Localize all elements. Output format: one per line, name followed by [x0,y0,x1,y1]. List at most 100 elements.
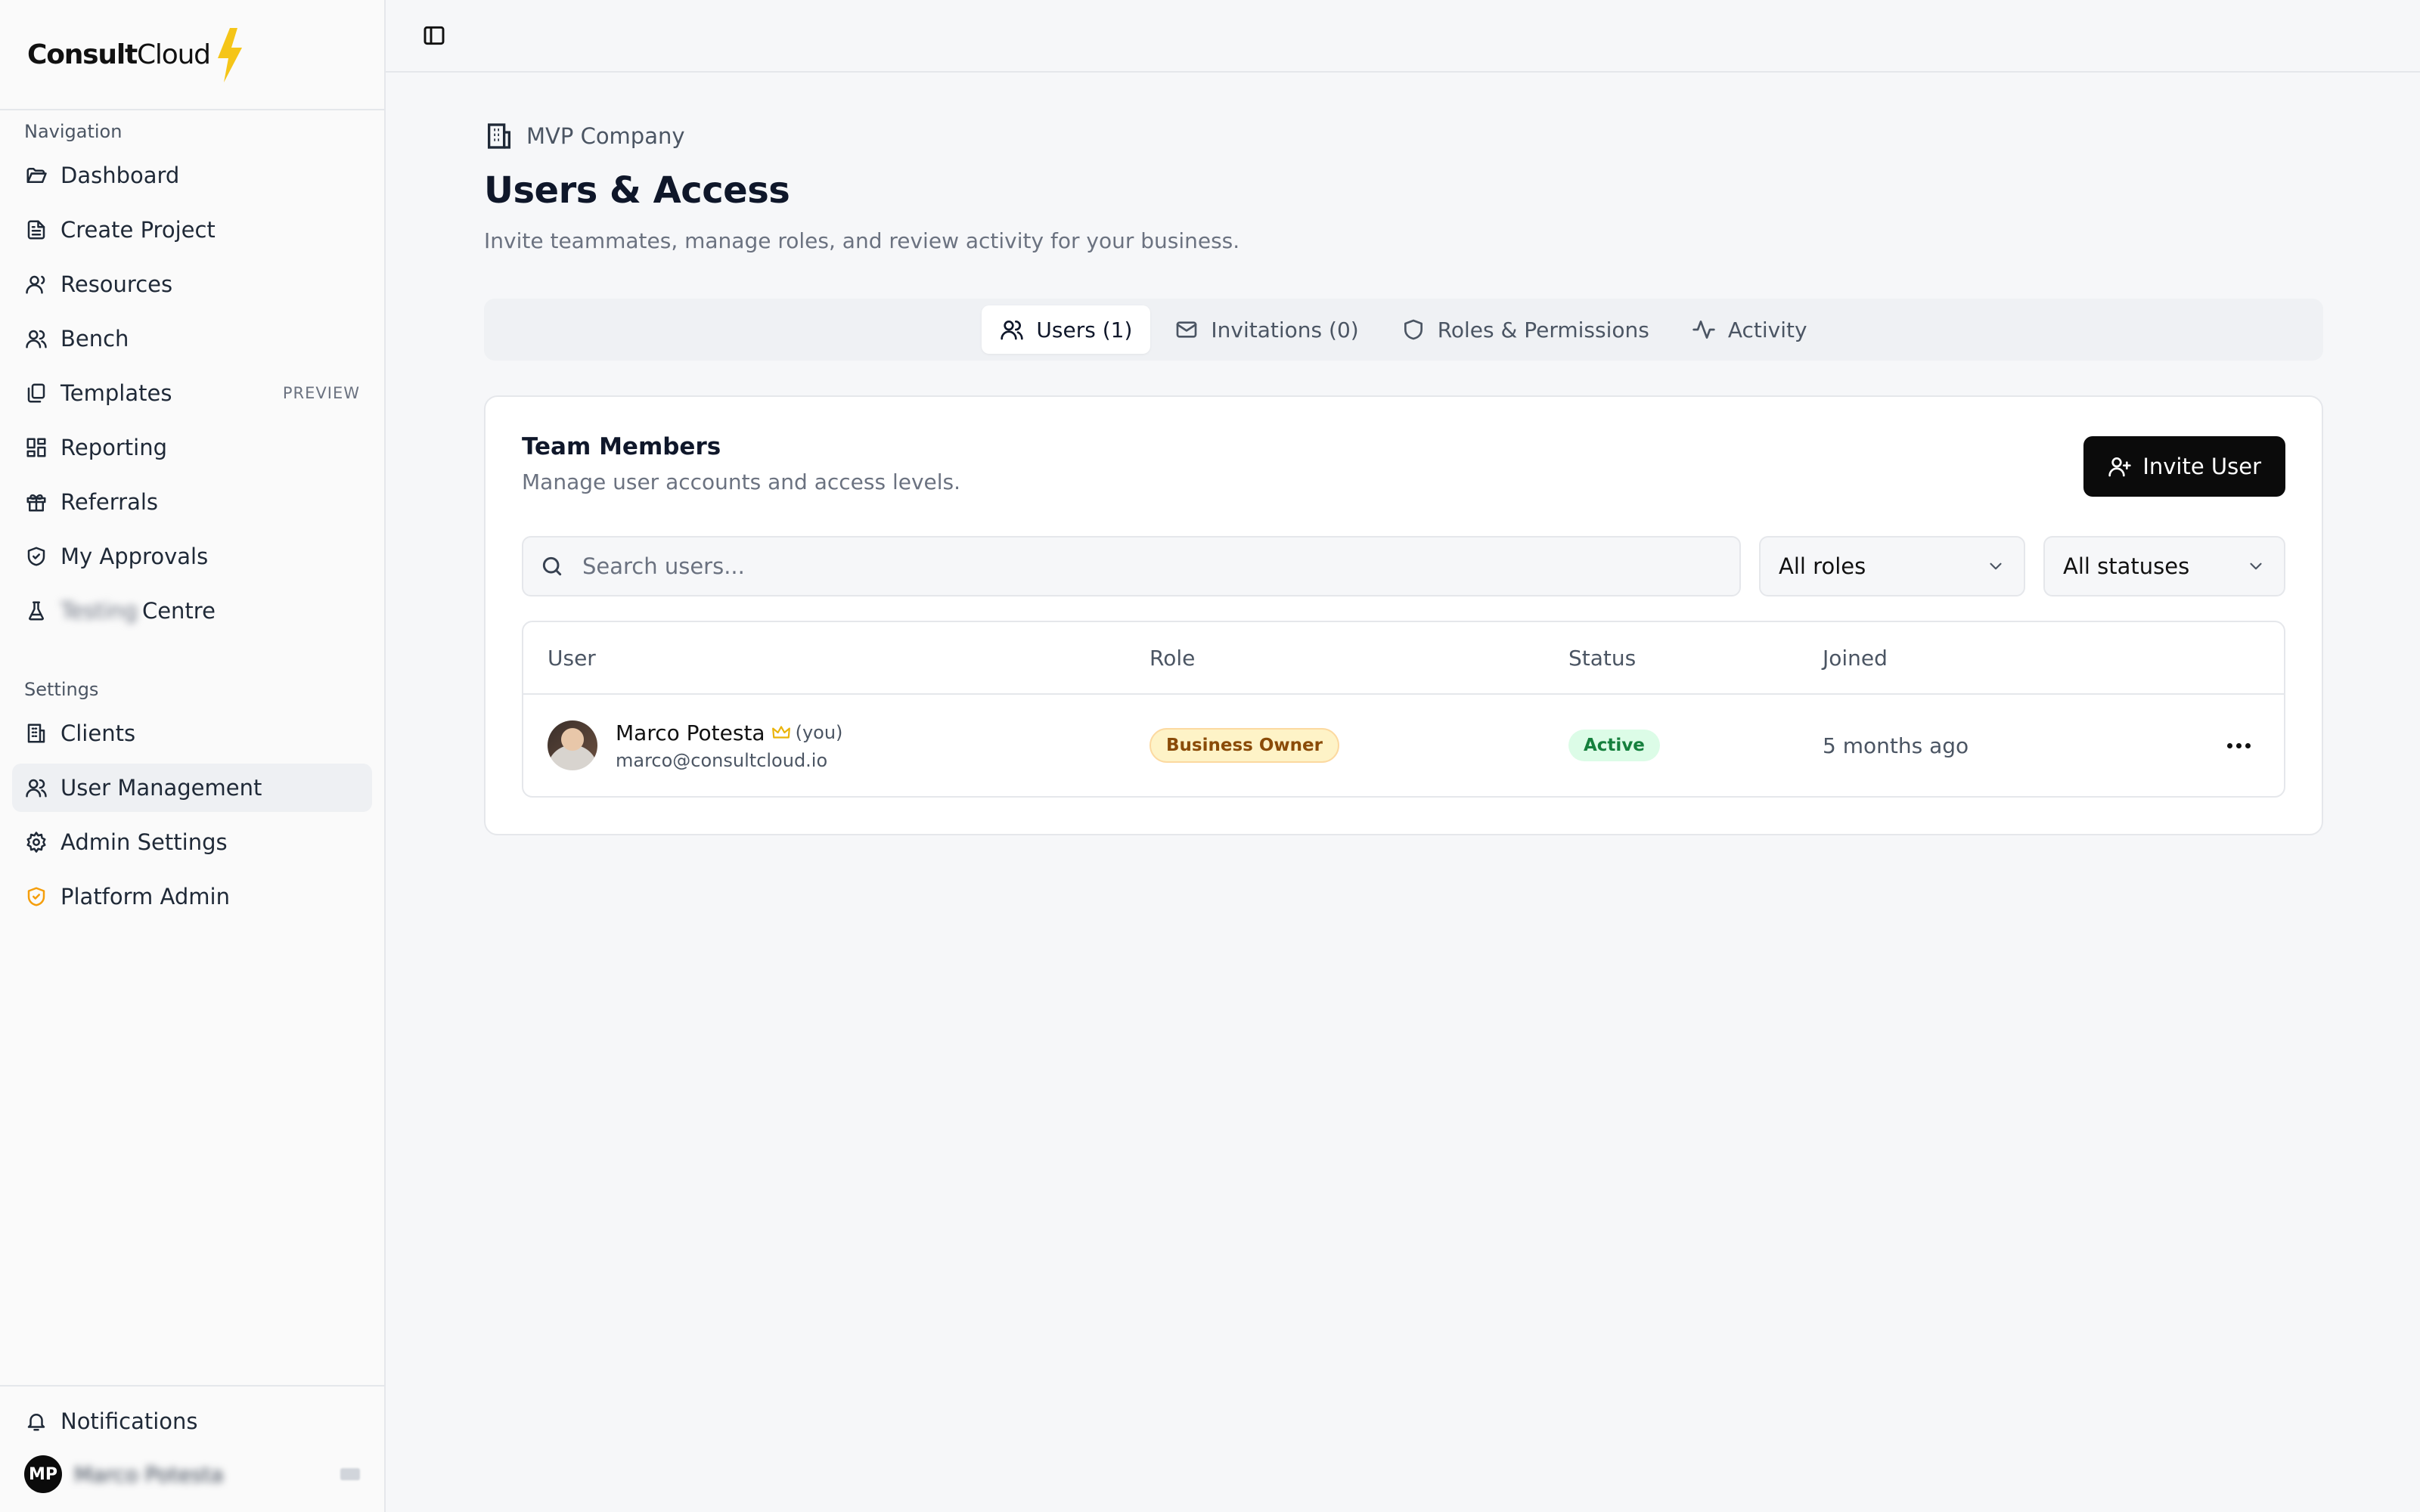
joined-value: 5 months ago [1823,733,1969,758]
tab-users[interactable]: Users (1) [982,305,1151,354]
logo-text: ConsultCloud [27,39,211,70]
you-label: (you) [795,722,843,743]
shield-check-icon [24,544,48,569]
role-cell: Business Owner [1150,728,1568,763]
more-actions-button[interactable] [2218,734,2260,758]
app-root: ConsultCloud Navigation Dashboard Create… [0,0,2420,1512]
shield-check-icon [24,885,48,909]
user-cell: Marco Potesta (you) marco@consultcloud.i… [523,720,1150,771]
preview-badge: PREVIEW [282,384,360,402]
search-box[interactable] [522,536,1741,596]
card-title: Team Members [522,433,721,460]
user-name: Marco Potesta [616,720,765,745]
invite-user-label: Invite User [2142,454,2261,479]
status-cell: Active [1568,730,1823,761]
sidebar-item-label: User Management [60,775,262,801]
sidebar-item-label: Reporting [60,435,167,460]
tab-label: Roles & Permissions [1437,317,1649,342]
settings-heading: Settings [24,679,99,700]
tab-invitations[interactable]: Invitations (0) [1156,305,1376,354]
company-name: MVP Company [526,123,685,149]
company-line: MVP Company [484,121,2323,151]
sidebar-item-label: Templates [60,380,172,406]
user-plus-icon [2108,457,2131,477]
shield-icon [1404,319,1423,340]
card-header: Team Members Manage user accounts and ac… [522,433,2285,497]
sidebar-item-label: Create Project [60,217,216,243]
flask-icon [24,599,48,623]
sidebar-item-notifications[interactable]: Notifications [12,1397,372,1445]
actions-cell [2193,734,2284,758]
status-filter-select[interactable]: All statuses [2043,536,2285,596]
tab-label: Users (1) [1036,317,1133,342]
page-description: Invite teammates, manage roles, and revi… [484,228,1240,253]
sidebar-item-admin-settings[interactable]: Admin Settings [12,818,372,866]
sidebar-item-reporting[interactable]: Reporting [12,423,372,472]
table-row[interactable]: Marco Potesta (you) marco@consultcloud.i… [523,695,2284,796]
sidebar-item-referrals[interactable]: Referrals [12,478,372,526]
card-subtitle: Manage user accounts and access levels. [522,469,961,494]
main-content: MVP Company Users & Access Invite teamma… [386,0,2420,1512]
logo[interactable]: ConsultCloud [0,0,384,110]
team-members-card: Team Members Manage user accounts and ac… [484,395,2323,835]
tabs: Users (1) Invitations (0) Roles & Permis… [484,299,2323,361]
sidebar-item-platform-admin[interactable]: Platform Admin [12,872,372,921]
avatar: MP [24,1455,62,1493]
sidebar-item-label: Clients [60,720,136,746]
page-title: Users & Access [484,169,790,212]
sidebar-item-testing-centre[interactable]: Testing Centre [12,587,372,635]
activity-icon [1692,321,1715,339]
sidebar-item-clients[interactable]: Clients [12,709,372,758]
topbar [386,0,2420,73]
invite-user-button[interactable]: Invite User [2083,436,2285,497]
sidebar-item-bench[interactable]: Bench [12,314,372,363]
chevron-icon [340,1468,360,1480]
chevron-down-icon [2250,562,2262,570]
sidebar-item-user-management[interactable]: User Management [12,764,372,812]
role-filter-select[interactable]: All roles [1759,536,2025,596]
role-badge: Business Owner [1150,728,1339,763]
building-icon [488,123,510,149]
column-header-status[interactable]: Status [1568,646,1823,671]
sidebar-item-label: Dashboard [60,163,180,188]
sidebar-item-my-approvals[interactable]: My Approvals [12,532,372,581]
more-dot [2235,742,2242,748]
column-header-role[interactable]: Role [1150,646,1568,671]
mail-icon [1177,321,1197,338]
user-info: Marco Potesta (you) marco@consultcloud.i… [616,720,842,771]
user-name: Marco Potesta [74,1461,224,1487]
sidebar-item-templates[interactable]: Templates PREVIEW [12,369,372,417]
nav-section: Navigation Dashboard Create Project Reso… [0,110,384,921]
sidebar-toggle-button[interactable] [411,13,457,58]
copy-icon [24,381,48,405]
user-email: marco@consultcloud.io [616,749,828,771]
sidebar-item-resources[interactable]: Resources [12,260,372,308]
blurred-text: Testing [60,598,138,624]
column-header-joined[interactable]: Joined [1823,646,2193,671]
crown-icon [771,726,790,739]
user-menu[interactable]: MP Marco Potesta [12,1450,372,1498]
file-text-icon [24,218,48,242]
chevron-down-icon [1990,562,2002,570]
tab-activity[interactable]: Activity [1674,305,1826,354]
role-filter-value: All roles [1779,553,1866,579]
more-dot [2226,742,2232,748]
sidebar-item-create-project[interactable]: Create Project [12,206,372,254]
sidebar-item-label: Notifications [60,1408,198,1434]
tab-roles-permissions[interactable]: Roles & Permissions [1383,305,1668,354]
table-header: User Role Status Joined [523,622,2284,695]
column-header-user[interactable]: User [523,646,1150,671]
card-heading: Team Members Manage user accounts and ac… [522,433,960,494]
layout-grid-icon [24,435,48,460]
page-content: MVP Company Users & Access Invite teamma… [484,121,2323,835]
users-icon [1001,321,1024,340]
tab-label: Activity [1727,317,1807,342]
sidebar-item-label: Resources [60,271,173,297]
gift-icon [24,490,48,514]
nav-heading: Navigation [24,121,123,142]
avatar [548,720,597,770]
search-input[interactable] [582,553,1739,579]
building-icon [24,721,48,745]
sidebar-item-dashboard[interactable]: Dashboard [12,151,372,200]
bell-icon [24,1409,48,1433]
